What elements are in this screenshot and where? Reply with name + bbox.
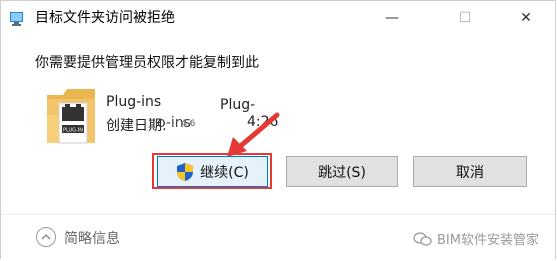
minimize-icon: —	[385, 10, 399, 26]
watermark-text: BIM软件安装管家	[437, 233, 539, 248]
details-toggle-label[interactable]: 简略信息	[64, 228, 120, 248]
wechat-icon	[413, 231, 432, 246]
folder-icon: PLUG-IN	[47, 89, 95, 144]
skip-button[interactable]: 跳过(S)	[286, 156, 398, 187]
continue-button-label: 继续(C)	[200, 164, 249, 181]
continue-button[interactable]: 继续(C)	[157, 156, 268, 187]
file-name: Plug-ins	[106, 94, 162, 110]
maximize-button[interactable]: ☐	[442, 1, 488, 35]
minimize-button[interactable]: —	[369, 1, 415, 35]
skip-button-label: 跳过(S)	[318, 164, 366, 181]
maximize-icon: ☐	[458, 10, 472, 26]
copy-access-denied-dialog: 目标文件夹访问被拒绝 — ☐ ✕ 你需要提供管理员权限才能复制到此 PLUG-I…	[0, 0, 556, 261]
dialog-footer: 简略信息 BIM软件安装管家	[1, 214, 555, 261]
window-title: 目标文件夹访问被拒绝	[35, 10, 175, 26]
watermark: BIM软件安装管家	[413, 229, 539, 248]
plugin-badge-text: PLUG-IN	[63, 128, 83, 134]
close-icon: ✕	[520, 10, 532, 26]
transfer-app-icon	[10, 12, 23, 26]
uac-shield-icon	[177, 162, 194, 181]
title-bar[interactable]: 目标文件夹访问被拒绝 — ☐ ✕	[1, 1, 555, 35]
permission-message: 你需要提供管理员权限才能复制到此	[35, 55, 259, 71]
cancel-button[interactable]: 取消	[413, 156, 527, 187]
close-button[interactable]: ✕	[503, 1, 549, 35]
chevron-up-icon	[41, 234, 51, 240]
overlay-tooltip-text: 4.6	[181, 119, 196, 129]
details-toggle-button[interactable]	[36, 227, 56, 247]
cancel-button-label: 取消	[456, 164, 484, 181]
